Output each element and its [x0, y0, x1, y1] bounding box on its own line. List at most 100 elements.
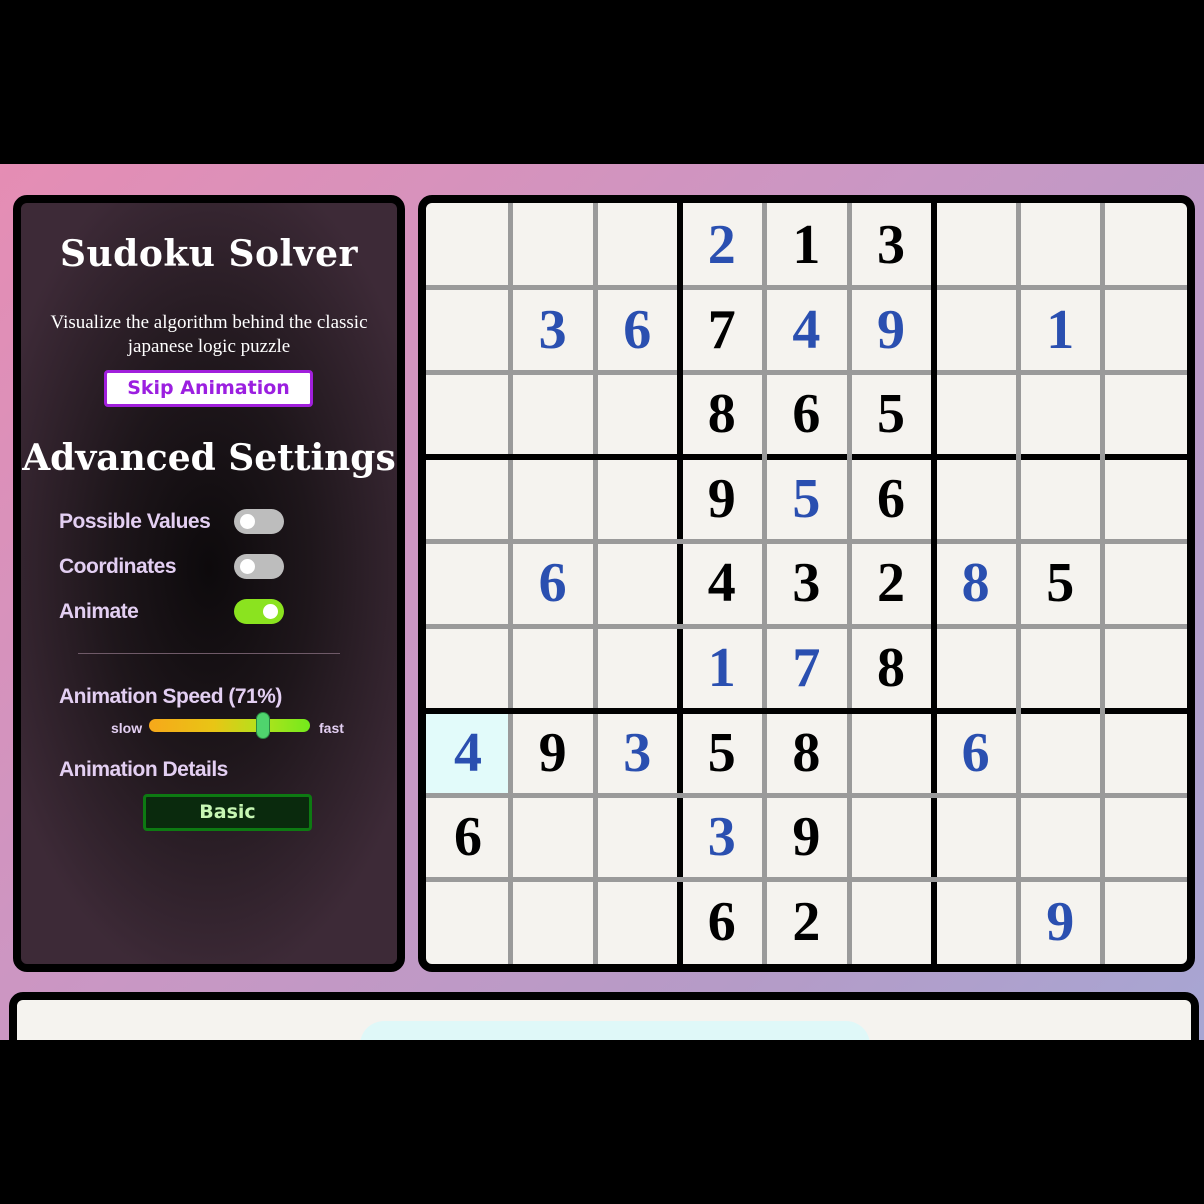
sudoku-cell-r3c5[interactable]: 6 [764, 372, 848, 456]
skip-animation-button[interactable]: Skip Animation [104, 370, 313, 407]
sudoku-cell-r6c4[interactable]: 1 [680, 626, 764, 710]
sudoku-cell-r3c8[interactable] [1018, 372, 1102, 456]
animation-speed-slider[interactable] [149, 719, 310, 732]
sudoku-cell-r9c6[interactable] [849, 880, 933, 964]
sudoku-cell-r4c6[interactable]: 6 [849, 457, 933, 541]
sudoku-cell-r5c9[interactable] [1103, 541, 1187, 625]
sudoku-cell-r5c7[interactable]: 8 [934, 541, 1018, 625]
sudoku-cell-r1c2[interactable] [511, 203, 595, 287]
animation-details-label: Animation Details [59, 758, 228, 781]
sudoku-cell-r1c5[interactable]: 1 [764, 203, 848, 287]
sudoku-cell-r6c7[interactable] [934, 626, 1018, 710]
sudoku-cell-r1c7[interactable] [934, 203, 1018, 287]
sudoku-cell-r5c5[interactable]: 3 [764, 541, 848, 625]
animation-speed-slider-thumb[interactable] [256, 712, 271, 739]
sudoku-cell-r7c1[interactable]: 4 [426, 710, 510, 795]
sudoku-cell-r1c4[interactable]: 2 [680, 203, 764, 287]
sudoku-cell-r7c6[interactable] [849, 711, 933, 795]
settings-panel: Sudoku Solver Visualize the algorithm be… [13, 195, 405, 972]
sudoku-cell-r7c3[interactable]: 3 [595, 711, 679, 795]
sudoku-cell-r4c5[interactable]: 5 [764, 457, 848, 541]
sudoku-cell-r7c7[interactable]: 6 [934, 711, 1018, 795]
sudoku-cell-r3c6[interactable]: 5 [849, 372, 933, 456]
sudoku-cell-r4c7[interactable] [934, 457, 1018, 541]
advanced-settings-heading: Advanced Settings [22, 437, 396, 479]
sudoku-cell-r9c8[interactable]: 9 [1018, 880, 1102, 964]
sudoku-cell-r5c2[interactable]: 6 [511, 541, 595, 625]
sudoku-cell-r7c5[interactable]: 8 [764, 711, 848, 795]
sudoku-cell-r2c2[interactable]: 3 [511, 288, 595, 372]
sudoku-cell-r2c7[interactable] [934, 288, 1018, 372]
sudoku-cell-r3c9[interactable] [1103, 372, 1187, 456]
sudoku-cell-r2c6[interactable]: 9 [849, 288, 933, 372]
sudoku-cell-r1c8[interactable] [1018, 203, 1102, 287]
sudoku-cell-r7c2[interactable]: 9 [511, 711, 595, 795]
sudoku-cell-r7c4[interactable]: 5 [680, 711, 764, 795]
sudoku-cell-r6c3[interactable] [595, 626, 679, 710]
animate-label: Animate [59, 600, 139, 623]
sudoku-cell-r4c3[interactable] [595, 457, 679, 541]
sudoku-cell-r9c9[interactable] [1103, 880, 1187, 964]
coordinates-toggle[interactable] [234, 554, 284, 579]
sudoku-cell-r9c1[interactable] [426, 880, 510, 964]
sudoku-cell-r9c7[interactable] [934, 880, 1018, 964]
sudoku-cell-r9c2[interactable] [511, 880, 595, 964]
sudoku-cell-r8c9[interactable] [1103, 795, 1187, 879]
sudoku-cell-r2c1[interactable] [426, 288, 510, 372]
toggle-knob [240, 559, 255, 574]
sudoku-cell-r8c8[interactable] [1018, 795, 1102, 879]
sudoku-cell-r5c1[interactable] [426, 541, 510, 625]
sudoku-cell-r8c2[interactable] [511, 795, 595, 879]
speed-slow-label: slow [111, 720, 143, 736]
sudoku-cell-r1c9[interactable] [1103, 203, 1187, 287]
sudoku-cell-r9c4[interactable]: 6 [680, 880, 764, 964]
sudoku-cell-r2c5[interactable]: 4 [764, 288, 848, 372]
sudoku-cell-r8c7[interactable] [934, 795, 1018, 879]
sudoku-cell-r3c3[interactable] [595, 372, 679, 456]
sudoku-cell-r6c8[interactable] [1018, 626, 1102, 710]
sudoku-cell-r4c2[interactable] [511, 457, 595, 541]
bottom-status-pill [360, 1021, 870, 1040]
sudoku-cell-r1c1[interactable] [426, 203, 510, 287]
sudoku-cell-r6c2[interactable] [511, 626, 595, 710]
sudoku-cell-r8c4[interactable]: 3 [680, 795, 764, 879]
sudoku-cell-r4c8[interactable] [1018, 457, 1102, 541]
sudoku-cell-r1c6[interactable]: 3 [849, 203, 933, 287]
animation-details-button[interactable]: Basic [143, 794, 312, 831]
sudoku-cell-r3c1[interactable] [426, 372, 510, 456]
sudoku-cell-r7c9[interactable] [1103, 711, 1187, 795]
app-title: Sudoku Solver [60, 233, 358, 275]
sudoku-cell-r8c3[interactable] [595, 795, 679, 879]
sudoku-cell-r4c4[interactable]: 9 [680, 457, 764, 541]
sudoku-cell-r5c3[interactable] [595, 541, 679, 625]
sudoku-cell-r8c6[interactable] [849, 795, 933, 879]
app-subtitle: Visualize the algorithm behind the class… [50, 312, 368, 357]
animate-toggle[interactable] [234, 599, 284, 624]
possible-values-toggle[interactable] [234, 509, 284, 534]
sudoku-cell-r6c6[interactable]: 8 [849, 626, 933, 710]
sudoku-cell-r6c1[interactable] [426, 626, 510, 710]
sudoku-cell-r9c3[interactable] [595, 880, 679, 964]
sudoku-cell-r2c4[interactable]: 7 [680, 288, 764, 372]
possible-values-label: Possible Values [59, 510, 211, 533]
sudoku-cell-r7c8[interactable] [1018, 711, 1102, 795]
sudoku-cell-r3c4[interactable]: 8 [680, 372, 764, 456]
sudoku-cell-r8c5[interactable]: 9 [764, 795, 848, 879]
sudoku-cell-r2c3[interactable]: 6 [595, 288, 679, 372]
sudoku-cell-r9c5[interactable]: 2 [764, 880, 848, 964]
sudoku-cell-r2c8[interactable]: 1 [1018, 288, 1102, 372]
sudoku-cell-r6c9[interactable] [1103, 626, 1187, 710]
sudoku-cell-r3c7[interactable] [934, 372, 1018, 456]
sudoku-cell-r1c3[interactable] [595, 203, 679, 287]
settings-divider [78, 653, 340, 654]
sudoku-cell-r4c1[interactable] [426, 457, 510, 541]
sudoku-cell-r5c6[interactable]: 2 [849, 541, 933, 625]
sudoku-cell-r3c2[interactable] [511, 372, 595, 456]
sudoku-cell-r4c9[interactable] [1103, 457, 1187, 541]
sudoku-cell-r8c1[interactable]: 6 [426, 795, 510, 879]
app-background: Sudoku Solver Visualize the algorithm be… [0, 164, 1204, 1040]
sudoku-cell-r5c4[interactable]: 4 [680, 541, 764, 625]
sudoku-cell-r6c5[interactable]: 7 [764, 626, 848, 710]
sudoku-cell-r2c9[interactable] [1103, 288, 1187, 372]
sudoku-cell-r5c8[interactable]: 5 [1018, 541, 1102, 625]
